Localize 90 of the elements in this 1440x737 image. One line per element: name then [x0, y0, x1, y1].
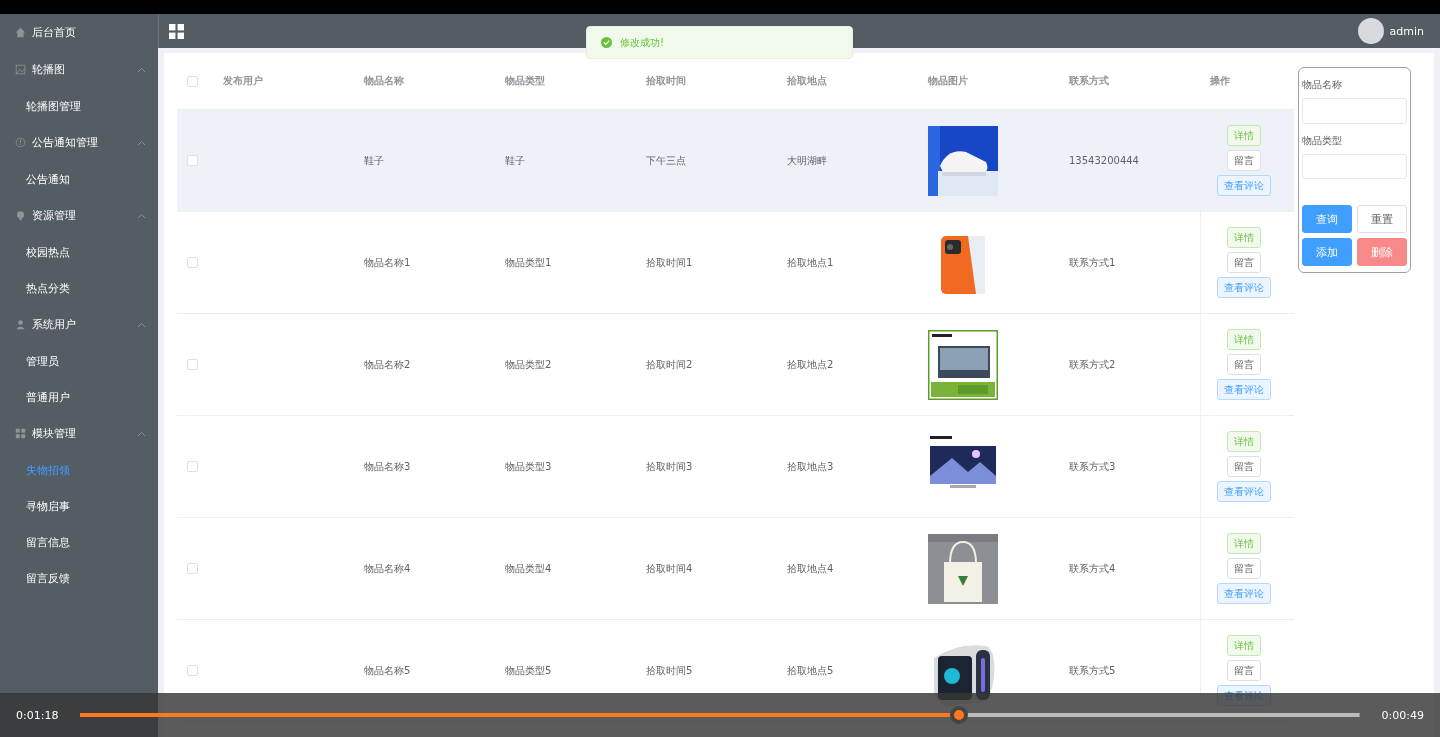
field-label: 物品类型	[1302, 133, 1343, 148]
grid-icon	[15, 428, 26, 439]
message-button[interactable]: 留言	[1226, 558, 1261, 579]
message-button[interactable]: 留言	[1226, 660, 1261, 681]
sidebar-item[interactable]: 系统用户	[0, 306, 158, 343]
reset-button[interactable]: 重置	[1357, 205, 1407, 233]
column-header: 物品图片	[928, 74, 968, 88]
table-cell: 13543200444	[1069, 155, 1139, 166]
image-icon	[15, 64, 26, 75]
table-cell: 拾取地点3	[787, 459, 834, 474]
table-cell: 物品名称1	[364, 255, 411, 270]
sidebar-item[interactable]: 热点分类	[0, 270, 158, 306]
table-cell: 联系方式3	[1069, 459, 1116, 474]
column-header: 发布用户	[223, 74, 263, 88]
table-cell: 物品类型2	[505, 357, 552, 372]
message-button[interactable]: 留言	[1226, 354, 1261, 375]
table-cell: 物品类型5	[505, 663, 552, 678]
sidebar-item[interactable]: 公告通知管理	[0, 124, 158, 161]
sidebar-item[interactable]: 公告通知	[0, 161, 158, 197]
table-cell: 物品名称4	[364, 561, 411, 576]
avatar[interactable]	[1357, 18, 1384, 44]
input-field[interactable]	[1302, 98, 1407, 124]
bulb-icon	[15, 210, 26, 221]
checkbox[interactable]	[187, 665, 198, 676]
table-cell: 鞋子	[505, 153, 525, 168]
column-header: 联系方式	[1069, 74, 1109, 88]
column-header: 物品类型	[505, 74, 545, 88]
input-field[interactable]	[1302, 153, 1407, 179]
sidebar-item[interactable]: 轮播图	[0, 51, 158, 88]
table-cell: 拾取时间4	[646, 561, 693, 576]
user-icon	[15, 319, 26, 330]
user-name[interactable]: admin	[1389, 24, 1424, 38]
remaining-time: 0:00:49	[1381, 708, 1424, 722]
sidebar-item[interactable]: 模块管理	[0, 415, 158, 452]
sidebar-item[interactable]: 校园热点	[0, 234, 158, 270]
toast-message: 修改成功!	[620, 35, 664, 50]
sidebar-item[interactable]: 留言信息	[0, 524, 158, 560]
table-cell: 拾取地点4	[787, 561, 834, 576]
table-cell: 联系方式2	[1069, 357, 1116, 372]
sidebar-item[interactable]: 留言反馈	[0, 560, 158, 596]
table-cell: 物品类型4	[505, 561, 552, 576]
message-button[interactable]: 留言	[1226, 150, 1261, 171]
table-cell: 联系方式1	[1069, 255, 1116, 270]
table-cell: 下午三点	[646, 153, 686, 168]
checkbox[interactable]	[187, 257, 198, 268]
elapsed-time: 0:01:18	[16, 708, 59, 722]
info-icon	[15, 137, 26, 148]
table-cell: 拾取时间5	[646, 663, 693, 678]
table-cell: 大明湖畔	[787, 153, 827, 168]
checkbox[interactable]	[187, 563, 198, 574]
checkbox[interactable]	[187, 461, 198, 472]
table-cell: 拾取时间1	[646, 255, 693, 270]
table-cell: 拾取地点5	[787, 663, 834, 678]
checkbox[interactable]	[187, 75, 198, 87]
home-icon	[15, 27, 26, 38]
table-cell: 物品名称5	[364, 663, 411, 678]
sidebar-item[interactable]: 轮播图管理	[0, 88, 158, 124]
table-cell: 拾取地点1	[787, 255, 834, 270]
table-cell: 物品名称3	[364, 459, 411, 474]
column-header: 拾取时间	[646, 74, 686, 88]
table-row[interactable]: 物品名称3 物品类型3 拾取时间3 拾取地点3 联系方式3 详情 留言 查看评论	[177, 416, 1294, 518]
field-label: 物品名称	[1302, 78, 1343, 92]
table-cell: 拾取地点2	[787, 357, 834, 372]
sidebar-item[interactable]: 资源管理	[0, 197, 158, 234]
column-header: 拾取地点	[787, 74, 827, 88]
check-circle-icon	[601, 37, 612, 48]
menu-icon[interactable]	[169, 23, 184, 39]
table-cell: 物品类型3	[505, 459, 552, 474]
table-cell: 拾取时间3	[646, 459, 693, 474]
checkbox[interactable]	[187, 359, 198, 370]
progress-thumb[interactable]	[950, 706, 969, 724]
column-header: 操作	[1210, 74, 1230, 88]
table-cell: 拾取时间2	[646, 357, 693, 372]
table-row[interactable]: 物品名称1 物品类型1 拾取时间1 拾取地点1 联系方式1 详情 留言 查看评论	[177, 212, 1294, 314]
table-cell: 联系方式5	[1069, 663, 1116, 678]
sidebar-item[interactable]: 普通用户	[0, 379, 158, 415]
sidebar-item[interactable]: 后台首页	[0, 14, 158, 51]
sidebar-item[interactable]: 寻物启事	[0, 488, 158, 524]
table-cell: 鞋子	[364, 153, 384, 168]
table-cell: 物品类型1	[505, 255, 552, 270]
table-row[interactable]: 物品名称4 物品类型4 拾取时间4 拾取地点4 联系方式4 详情 留言 查看评论	[177, 518, 1294, 620]
column-header: 物品名称	[364, 74, 404, 88]
message-button[interactable]: 留言	[1226, 456, 1261, 477]
table-row[interactable]: 鞋子 鞋子 下午三点 大明湖畔 13543200444 详情 留言 查看评论	[177, 110, 1294, 212]
sidebar-item[interactable]: 管理员	[0, 343, 158, 379]
table-cell: 物品名称2	[364, 357, 411, 372]
checkbox[interactable]	[187, 155, 198, 166]
table-row[interactable]: 物品名称2 物品类型2 拾取时间2 拾取地点2 联系方式2 详情 留言 查看评论	[177, 314, 1294, 416]
message-button[interactable]: 留言	[1226, 252, 1261, 273]
table-cell: 联系方式4	[1069, 561, 1116, 576]
